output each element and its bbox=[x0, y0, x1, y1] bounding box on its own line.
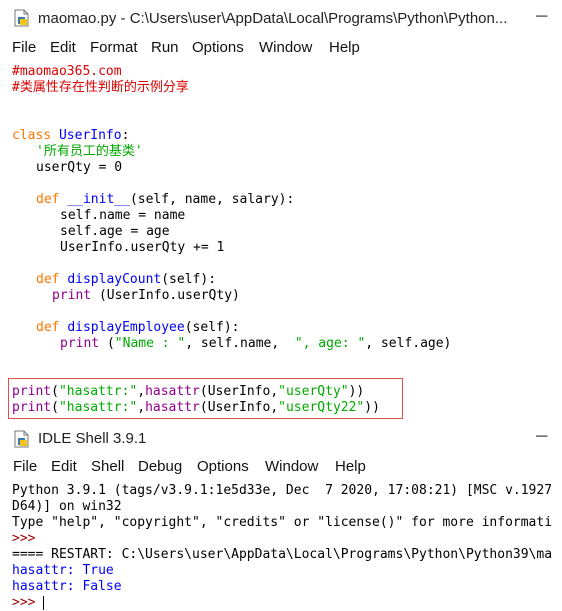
displaycount-name: displayCount bbox=[67, 272, 162, 287]
shell-menu-help[interactable]: Help bbox=[335, 458, 366, 475]
shell-minimize-button[interactable]: ─ bbox=[536, 428, 547, 446]
init-def-line: def __init__(self, name, salary): bbox=[36, 192, 294, 208]
highlight-box bbox=[8, 378, 403, 419]
shell-title: IDLE Shell 3.9.1 bbox=[38, 430, 147, 447]
displaycount-body: print (UserInfo.userQty) bbox=[52, 288, 240, 304]
text-cursor bbox=[43, 595, 45, 610]
shell-menu-file[interactable]: File bbox=[13, 458, 37, 475]
class-keyword: class bbox=[12, 128, 52, 143]
file-icon bbox=[14, 9, 29, 27]
shell-line-platform: D64)] on win32 bbox=[12, 499, 122, 514]
displayemployee-args: (self): bbox=[184, 320, 240, 335]
shell-output-false: hasattr: False bbox=[12, 579, 122, 594]
de-mid: , self.name, bbox=[185, 336, 295, 351]
shell-line-restart: ==== RESTART: C:\Users\user\AppData\Loca… bbox=[12, 547, 553, 562]
print-keyword: print bbox=[60, 336, 100, 351]
print-keyword: print bbox=[52, 288, 92, 303]
init-name: __init__ bbox=[67, 192, 130, 207]
de-string-age: ", age: " bbox=[294, 336, 366, 351]
comment-line-1: #maomao365.com bbox=[12, 64, 122, 79]
def-keyword: def bbox=[36, 192, 60, 207]
menu-format[interactable]: Format bbox=[90, 39, 138, 56]
de-string-name: "Name : " bbox=[114, 336, 186, 351]
shell-menu-debug[interactable]: Debug bbox=[138, 458, 182, 475]
comment-line-2: #类属性存在性判断的示例分享 bbox=[12, 80, 189, 95]
shell-line-version: Python 3.9.1 (tags/v3.9.1:1e5d33e, Dec 7… bbox=[12, 483, 553, 498]
def-keyword: def bbox=[36, 320, 60, 335]
class-colon: : bbox=[121, 128, 130, 143]
de-open: ( bbox=[99, 336, 115, 351]
menu-file[interactable]: File bbox=[12, 39, 36, 56]
de-end: , self.age) bbox=[365, 336, 452, 351]
shell-menu-window[interactable]: Window bbox=[265, 458, 318, 475]
code-editor[interactable]: #maomao365.com #类属性存在性判断的示例分享 class User… bbox=[0, 60, 562, 420]
def-keyword: def bbox=[36, 272, 60, 287]
self-age-line: self.age = age bbox=[60, 224, 170, 239]
userqty-line: userQty = 0 bbox=[36, 160, 123, 175]
shell-menu-bar: File Edit Shell Debug Options Window Hel… bbox=[0, 455, 562, 479]
shell-menu-shell[interactable]: Shell bbox=[91, 458, 124, 475]
menu-window[interactable]: Window bbox=[259, 39, 312, 56]
editor-menu-bar: File Edit Format Run Options Window Help bbox=[0, 36, 562, 60]
menu-edit[interactable]: Edit bbox=[50, 39, 76, 56]
menu-options[interactable]: Options bbox=[192, 39, 244, 56]
shell-menu-edit[interactable]: Edit bbox=[51, 458, 77, 475]
class-name: UserInfo bbox=[58, 128, 122, 143]
shell-output-true: hasattr: True bbox=[12, 563, 114, 578]
displaycount-def-line: def displayCount(self): bbox=[36, 272, 216, 288]
shell-prompt: >>> bbox=[12, 531, 36, 546]
python-icon bbox=[14, 430, 29, 448]
docstring-line: '所有员工的基类' bbox=[36, 144, 143, 159]
menu-run[interactable]: Run bbox=[151, 39, 179, 56]
editor-title: maomao.py - C:\Users\user\AppData\Local\… bbox=[38, 10, 508, 27]
menu-help[interactable]: Help bbox=[329, 39, 360, 56]
shell-menu-options[interactable]: Options bbox=[197, 458, 249, 475]
editor-title-bar[interactable]: maomao.py - C:\Users\user\AppData\Local\… bbox=[0, 0, 562, 36]
minimize-button[interactable]: ─ bbox=[536, 8, 547, 26]
displaycount-args: (self): bbox=[161, 272, 217, 287]
displayemployee-body: print ("Name : ", self.name, ", age: ", … bbox=[60, 336, 451, 352]
self-name-line: self.name = name bbox=[60, 208, 186, 223]
displaycount-body-args: (UserInfo.userQty) bbox=[91, 288, 240, 303]
shell-title-bar[interactable]: IDLE Shell 3.9.1 ─ bbox=[0, 423, 562, 455]
displayemployee-def-line: def displayEmployee(self): bbox=[36, 320, 240, 336]
shell-line-help: Type "help", "copyright", "credits" or "… bbox=[12, 515, 553, 530]
class-line: class UserInfo: bbox=[12, 128, 129, 144]
shell-output[interactable]: Python 3.9.1 (tags/v3.9.1:1e5d33e, Dec 7… bbox=[0, 480, 562, 611]
init-args: (self, name, salary): bbox=[129, 192, 295, 207]
increment-line: UserInfo.userQty += 1 bbox=[60, 240, 225, 255]
displayemployee-name: displayEmployee bbox=[67, 320, 185, 335]
shell-input-line[interactable]: >>> bbox=[12, 595, 45, 611]
